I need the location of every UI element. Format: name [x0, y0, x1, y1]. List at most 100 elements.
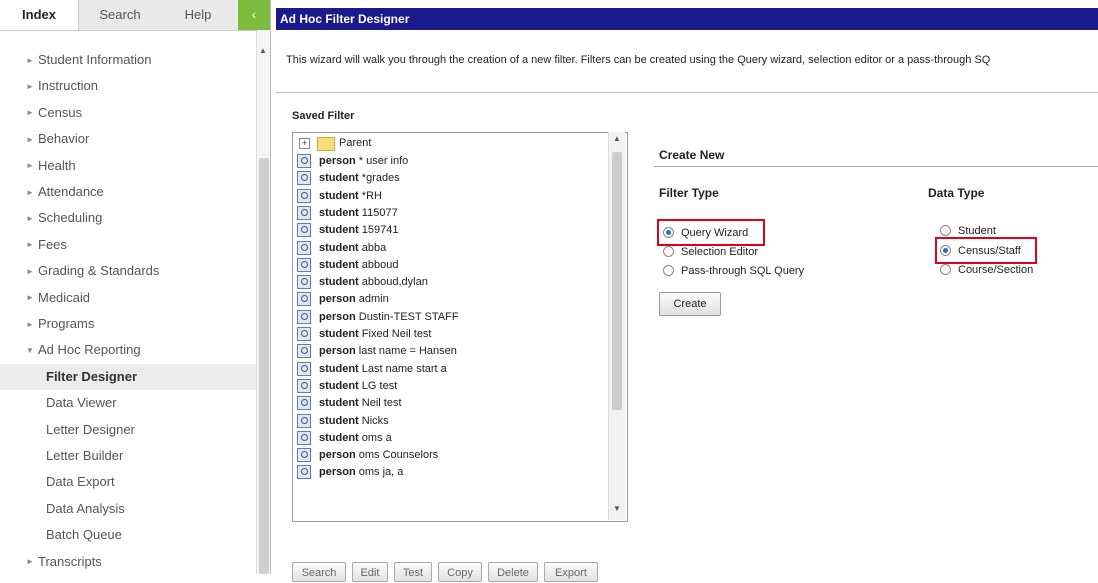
export-button[interactable]: Export [544, 562, 598, 582]
collapsed-arrow-icon: ► [26, 557, 34, 567]
nav-item-label: Transcripts [38, 553, 102, 569]
collapse-panel-button[interactable]: ‹ [238, 0, 270, 30]
collapsed-arrow-icon: ► [26, 266, 34, 276]
filter-name: person oms Counselors [319, 447, 438, 464]
radio-button[interactable] [663, 246, 674, 257]
filter-type: person [319, 293, 356, 306]
intro-section: This wizard will walk you through the cr… [276, 30, 1098, 93]
folder-row[interactable]: + Parent [293, 135, 613, 152]
nav-item-fees[interactable]: ► Fees [0, 232, 256, 258]
collapsed-arrow-icon: ► [26, 108, 34, 118]
filter-type: person [319, 466, 356, 479]
nav-item-letter-designer[interactable]: Letter Designer [0, 417, 256, 443]
filter-name: student abboud,dylan [319, 274, 428, 291]
panel-title: Ad Hoc Filter Designer [276, 8, 1098, 30]
scroll-down-icon[interactable]: ▼ [613, 504, 621, 513]
filter-label: last name = Hansen [358, 345, 457, 358]
test-button[interactable]: Test [394, 562, 432, 582]
filter-list-scrollbar[interactable]: ▲ ▼ [608, 132, 625, 520]
nav-item-behavior[interactable]: ► Behavior [0, 126, 256, 152]
intro-text: This wizard will walk you through the cr… [286, 54, 991, 66]
nav-item-transcripts[interactable]: ► Transcripts [0, 549, 256, 574]
create-button[interactable]: Create [659, 292, 721, 316]
saved-filter-item[interactable]: person admin [293, 291, 613, 308]
saved-filter-item[interactable]: student Fixed Neil test [293, 326, 613, 343]
nav-item-medicaid[interactable]: ► Medicaid [0, 285, 256, 311]
radio-button[interactable] [663, 265, 674, 276]
query-filter-icon [297, 396, 311, 411]
saved-filter-item[interactable]: student abba [293, 240, 613, 257]
nav-item-label: Programs [38, 316, 95, 331]
divider [654, 166, 1098, 167]
tab-help[interactable]: Help [160, 0, 236, 30]
nav-item-letter-builder[interactable]: Letter Builder [0, 443, 256, 469]
tab-index[interactable]: Index [0, 0, 79, 30]
scroll-thumb[interactable] [259, 158, 269, 574]
saved-filter-item[interactable]: person * user info [293, 153, 613, 170]
collapsed-arrow-icon: ► [26, 213, 34, 223]
radio-label: Selection Editor [681, 246, 759, 258]
radio-button[interactable] [940, 264, 951, 275]
saved-filter-item[interactable]: person oms ja, a [293, 464, 613, 481]
nav-item-health[interactable]: ► Health [0, 153, 256, 179]
scroll-up-icon[interactable]: ▲ [259, 46, 267, 55]
filter-type: person [319, 345, 356, 358]
saved-filter-item[interactable]: student Last name start a [293, 361, 613, 378]
saved-filter-item[interactable]: student LG test [293, 378, 613, 395]
nav-item-grading-standards[interactable]: ► Grading & Standards [0, 258, 256, 284]
saved-filter-item[interactable]: student *grades [293, 170, 613, 187]
navigation-tree: ► Student Information ► Instruction ► Census ►… [0, 30, 256, 574]
nav-item-scheduling[interactable]: ► Scheduling [0, 205, 256, 231]
tab-bar: Index Search Help ‹ [0, 0, 270, 31]
nav-item-label: Letter Designer [46, 421, 135, 437]
copy-button[interactable]: Copy [438, 562, 482, 582]
nav-item-data-viewer[interactable]: Data Viewer [0, 390, 256, 416]
collapsed-arrow-icon: ► [26, 55, 34, 65]
filter-type: person [319, 155, 356, 167]
filter-label: oms a [361, 431, 392, 444]
search-button[interactable]: Search [292, 562, 346, 582]
scroll-up-icon[interactable]: ▲ [613, 134, 621, 143]
saved-filter-label: Saved Filter [292, 110, 355, 122]
saved-filter-item[interactable]: student abboud,dylan [293, 274, 613, 291]
saved-filter-item[interactable]: person oms Counselors [293, 447, 613, 464]
saved-filter-item[interactable]: student Neil test [293, 395, 613, 412]
expand-icon[interactable]: + [299, 138, 310, 149]
query-filter-icon [297, 223, 311, 238]
nav-item-batch-queue[interactable]: Batch Queue [0, 522, 256, 548]
nav-item-label: Scheduling [38, 210, 103, 226]
saved-filter-item[interactable]: person Dustin-TEST STAFF [293, 309, 613, 326]
saved-filter-item[interactable]: student 115077 [293, 205, 613, 222]
query-filter-icon [297, 205, 311, 220]
nav-item-attendance[interactable]: ► Attendance [0, 179, 256, 205]
tab-search[interactable]: Search [80, 0, 160, 30]
scroll-thumb[interactable] [612, 152, 622, 410]
nav-item-data-analysis[interactable]: Data Analysis [0, 496, 256, 522]
nav-item-label: Instruction [38, 78, 98, 94]
edit-button[interactable]: Edit [352, 562, 388, 582]
saved-filter-item[interactable]: student abboud [293, 257, 613, 274]
delete-button[interactable]: Delete [488, 562, 538, 582]
nav-item-instruction[interactable]: ► Instruction [0, 73, 256, 99]
saved-filter-item[interactable]: person last name = Hansen [293, 343, 613, 360]
saved-filter-item[interactable]: student oms a [293, 430, 613, 447]
filter-label: abba [361, 241, 387, 254]
filter-name: person admin [319, 291, 389, 308]
filter-label: abboud [361, 258, 399, 271]
saved-filter-item[interactable]: student Nicks [293, 413, 613, 430]
saved-filter-list[interactable]: + Parent person * user info student *grad… [292, 132, 628, 522]
collapsed-arrow-icon: ► [26, 187, 34, 197]
saved-filter-item[interactable]: student *RH [293, 188, 613, 205]
radio-label: Pass-through SQL Query [681, 265, 805, 277]
nav-item-filter-designer[interactable]: Filter Designer [0, 363, 256, 390]
nav-item-student-information[interactable]: ► Student Information [0, 47, 256, 73]
radio-button[interactable] [940, 225, 951, 236]
nav-item-ad-hoc-reporting[interactable]: ▼ Ad Hoc Reporting [0, 337, 256, 363]
filter-label: oms ja, a [358, 466, 404, 479]
query-filter-icon [297, 257, 311, 272]
nav-item-data-export[interactable]: Data Export [0, 469, 256, 495]
navigation-scrollbar[interactable]: ▲ [256, 30, 270, 574]
saved-filter-item[interactable]: student 159741 [293, 222, 613, 239]
nav-item-programs[interactable]: ► Programs [0, 311, 256, 337]
nav-item-census[interactable]: ► Census [0, 100, 256, 126]
